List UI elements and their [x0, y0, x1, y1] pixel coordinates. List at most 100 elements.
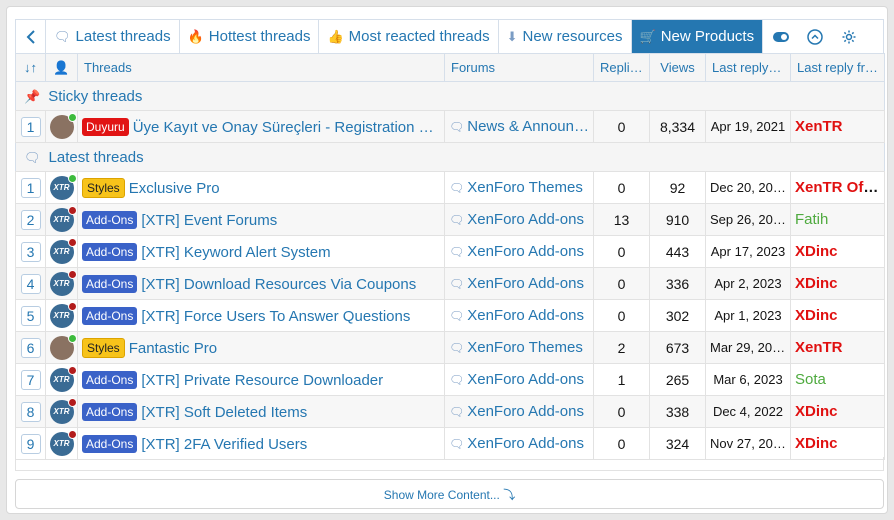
thread-title-cell: Add-Ons [XTR] Download Resources Via Coup…	[77, 267, 445, 300]
comments-icon: 🗨	[449, 213, 465, 227]
thread-title-cell: Styles Fantastic Pro	[77, 331, 445, 364]
forum-link[interactable]: XenForo Add-ons	[467, 371, 584, 388]
table-row[interactable]: 3 XTR Add-Ons [XTR] Keyword Alert System …	[15, 235, 885, 268]
toggle-button[interactable]	[771, 27, 791, 47]
avatar[interactable]: XTR	[49, 301, 77, 328]
prefix-badge[interactable]: Add-Ons	[82, 274, 138, 293]
username-link[interactable]: XDinc	[795, 307, 838, 324]
forum-link[interactable]: XenForo Add-ons	[467, 435, 584, 452]
forum-link[interactable]: XenForo Themes	[467, 179, 583, 196]
avatar[interactable]: XTR	[49, 173, 77, 200]
prefix-badge[interactable]: Add-Ons	[82, 434, 138, 453]
last-reply-date-column-header[interactable]: Last reply date	[705, 53, 791, 82]
settings-button[interactable]	[839, 27, 859, 47]
prefix-badge[interactable]: Styles	[82, 337, 125, 358]
avatar[interactable]	[49, 112, 77, 139]
tab-new-resources[interactable]: ⬇ New resources	[499, 20, 632, 53]
prefix-badge[interactable]: Styles	[82, 177, 125, 198]
avatar[interactable]: XTR	[49, 429, 77, 456]
comments-icon: 🗨	[449, 405, 465, 419]
username-link[interactable]: XenTR	[795, 118, 843, 135]
replies-cell: 0	[593, 299, 650, 332]
last-reply-date-cell[interactable]: Apr 2, 2023	[705, 267, 791, 300]
forums-column-header[interactable]: Forums	[444, 53, 594, 82]
username-link[interactable]: XDinc	[795, 403, 838, 420]
table-header-row: ↓↑ 👤 Threads Forums Replies Views Last r…	[15, 53, 885, 82]
prefix-badge[interactable]: Add-Ons	[82, 210, 138, 229]
username-link[interactable]: Sota	[795, 371, 826, 388]
threads-column-header[interactable]: Threads	[77, 53, 445, 82]
last-reply-date-cell[interactable]: Apr 17, 2023	[705, 235, 791, 268]
forum-link[interactable]: XenForo Add-ons	[467, 211, 584, 228]
avatar[interactable]: XTR	[49, 205, 77, 232]
last-reply-user-cell: XDinc	[790, 299, 885, 332]
table-row[interactable]: 1 Duyuru Üye Kayıt ve Onay Süreçleri - Re…	[15, 110, 885, 143]
forum-link[interactable]: XenForo Add-ons	[467, 275, 584, 292]
tab-most-reacted-threads[interactable]: 👍 Most reacted threads	[319, 20, 499, 53]
forum-link[interactable]: XenForo Add-ons	[467, 403, 584, 420]
last-reply-date-cell[interactable]: Nov 27, 2022	[705, 427, 791, 460]
thread-title-link[interactable]: [XTR] Download Resources Via Coupons	[141, 276, 416, 293]
last-reply-date-cell[interactable]: Mar 6, 2023	[705, 363, 791, 396]
prefix-badge[interactable]: Add-Ons	[82, 306, 138, 325]
table-row[interactable]: 7 XTR Add-Ons [XTR] Private Resource Down…	[15, 363, 885, 396]
username-link[interactable]: XenTR	[795, 339, 843, 356]
last-reply-from-column-header[interactable]: Last reply from	[790, 53, 885, 82]
sort-button[interactable]: ↓↑	[15, 53, 46, 82]
table-row[interactable]: 1 XTR Styles Exclusive Pro 🗨 XenForo Theme…	[15, 171, 885, 204]
forum-link[interactable]: XenForo Add-ons	[467, 243, 584, 260]
replies-cell: 0	[593, 427, 650, 460]
table-row[interactable]: 9 XTR Add-Ons [XTR] 2FA Verified Users 🗨 X…	[15, 427, 885, 460]
prefix-badge[interactable]: Add-Ons	[82, 370, 138, 389]
thread-title-link[interactable]: [XTR] Keyword Alert System	[141, 244, 330, 261]
last-reply-date-cell[interactable]: Mar 29, 2023	[705, 331, 791, 364]
tab-latest-threads[interactable]: 🗨 Latest threads	[46, 20, 180, 53]
thread-title-link[interactable]: Üye Kayıt ve Onay Süreçleri - Registrati…	[133, 119, 444, 136]
username-link[interactable]: XDinc	[795, 275, 838, 292]
thread-title-link[interactable]: Exclusive Pro	[129, 180, 220, 197]
avatar[interactable]: XTR	[49, 237, 77, 264]
tab-hottest-threads[interactable]: 🔥 Hottest threads	[180, 20, 320, 53]
avatar[interactable]: XTR	[49, 365, 77, 392]
forum-link[interactable]: XenForo Add-ons	[467, 307, 584, 324]
forum-link[interactable]: XenForo Themes	[467, 339, 583, 356]
status-dot	[67, 205, 77, 215]
last-reply-date-cell[interactable]: Sep 26, 2023	[705, 203, 791, 236]
last-reply-date-cell[interactable]: Apr 1, 2023	[705, 299, 791, 332]
username-link[interactable]: XDinc	[795, 435, 838, 452]
username-link[interactable]: Fatih	[795, 211, 828, 228]
collapse-button[interactable]	[805, 27, 825, 47]
thread-title-link[interactable]: [XTR] 2FA Verified Users	[141, 436, 307, 453]
thread-title-link[interactable]: [XTR] Private Resource Downloader	[141, 372, 383, 389]
avatar[interactable]: XTR	[49, 269, 77, 296]
views-column-header[interactable]: Views	[649, 53, 706, 82]
table-row[interactable]: 6 Styles Fantastic Pro 🗨 XenForo Themes 2 …	[15, 331, 885, 364]
chevron-left-icon	[26, 29, 35, 44]
replies-column-header[interactable]: Replies	[593, 53, 650, 82]
thread-title-link[interactable]: Fantastic Pro	[129, 340, 217, 357]
prefix-badge[interactable]: Add-Ons	[82, 242, 138, 261]
table-row[interactable]: 2 XTR Add-Ons [XTR] Event Forums 🗨 XenForo…	[15, 203, 885, 236]
show-more-button[interactable]: Show More Content... ⤵	[15, 479, 884, 509]
last-reply-date-cell[interactable]: Dec 4, 2022	[705, 395, 791, 428]
last-reply-user-cell: XDinc	[790, 427, 885, 460]
table-row[interactable]: 4 XTR Add-Ons [XTR] Download Resources Vi…	[15, 267, 885, 300]
fire-icon: 🔥	[187, 28, 204, 44]
last-reply-date-cell[interactable]: Apr 19, 2021	[705, 110, 791, 143]
avatar[interactable]: XTR	[49, 397, 77, 424]
table-row[interactable]: 8 XTR Add-Ons [XTR] Soft Deleted Items 🗨 X…	[15, 395, 885, 428]
username-link[interactable]: XenTR Official	[795, 179, 884, 196]
avatar[interactable]	[49, 333, 77, 360]
back-button[interactable]	[16, 20, 46, 53]
thread-title-link[interactable]: [XTR] Force Users To Answer Questions	[141, 308, 410, 325]
last-reply-date-cell[interactable]: Dec 20, 2024	[705, 171, 791, 204]
prefix-badge[interactable]: Add-Ons	[82, 402, 138, 421]
tab-new-products[interactable]: 🛒 New Products	[631, 20, 764, 53]
forum-link[interactable]: News & Announcements	[467, 118, 592, 135]
thread-title-link[interactable]: [XTR] Event Forums	[141, 212, 277, 229]
row-number: 1	[20, 116, 41, 137]
table-row[interactable]: 5 XTR Add-Ons [XTR] Force Users To Answer…	[15, 299, 885, 332]
thread-title-link[interactable]: [XTR] Soft Deleted Items	[141, 404, 307, 421]
username-link[interactable]: XDinc	[795, 243, 838, 260]
prefix-badge[interactable]: Duyuru	[82, 117, 129, 136]
